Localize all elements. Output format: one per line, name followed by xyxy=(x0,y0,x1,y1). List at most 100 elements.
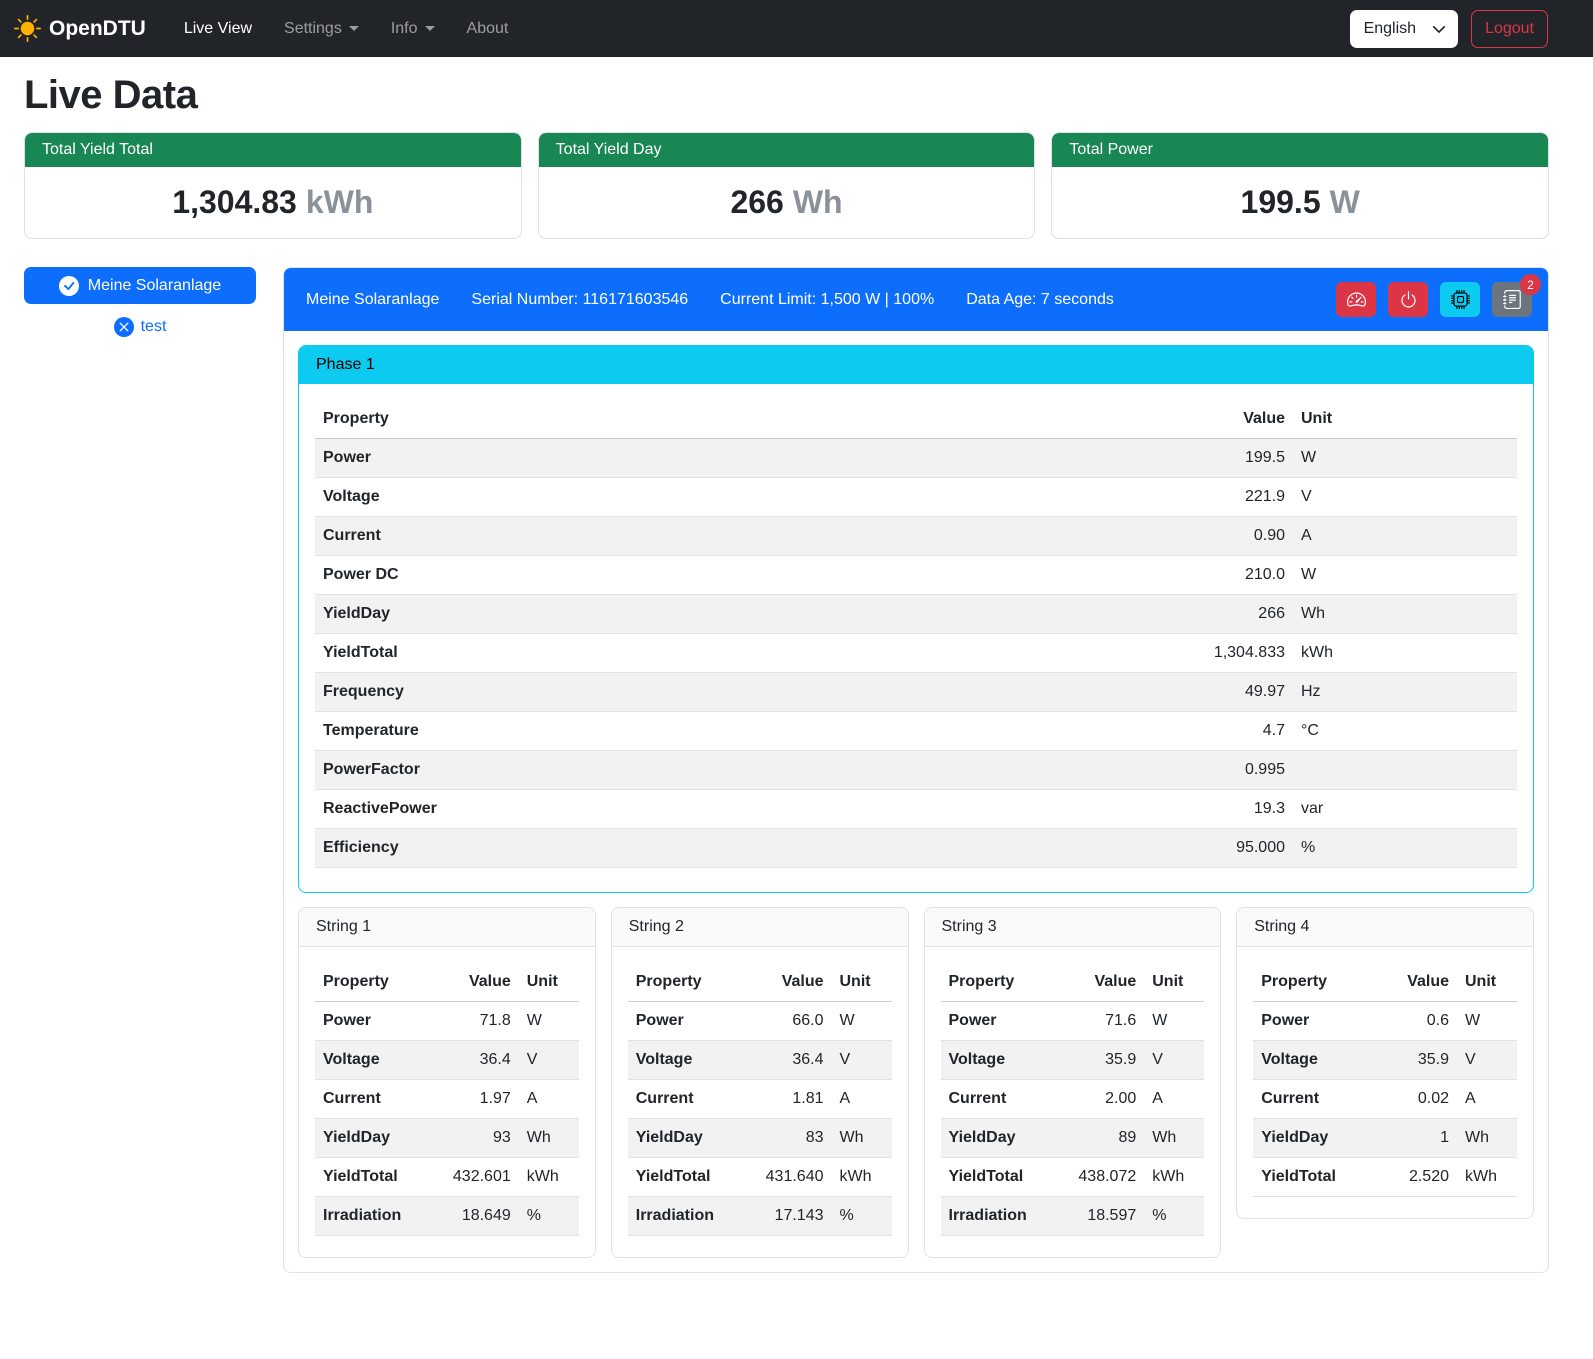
nav-item-live-view[interactable]: Live View xyxy=(172,12,264,46)
table-row: Irradiation18.597% xyxy=(941,1197,1205,1236)
nav-item-settings[interactable]: Settings xyxy=(272,12,371,46)
inverter-link-test[interactable]: test xyxy=(24,317,256,337)
cell-property: Irradiation xyxy=(628,1197,742,1236)
cell-property: Current xyxy=(628,1080,742,1119)
cell-unit: W xyxy=(1293,556,1517,595)
cell-unit: W xyxy=(832,1002,892,1041)
cell-unit: V xyxy=(1144,1041,1204,1080)
cell-value: 0.02 xyxy=(1378,1080,1457,1119)
cell-value: 1.81 xyxy=(742,1080,832,1119)
table-row: Current1.97A xyxy=(315,1080,579,1119)
cell-value: 2.520 xyxy=(1378,1158,1457,1197)
string-card-title: String 2 xyxy=(612,908,908,947)
table-row: Current1.81A xyxy=(628,1080,892,1119)
table-row: Power DC210.0W xyxy=(315,556,1517,595)
phase-card: Phase 1 Property Value Unit Power199.5WV… xyxy=(298,345,1534,893)
cell-value: 83 xyxy=(742,1119,832,1158)
cell-unit: kWh xyxy=(519,1158,579,1197)
cell-unit: % xyxy=(832,1197,892,1236)
string-3-table: Property Value Unit Power71.6WVoltage35.… xyxy=(941,963,1205,1236)
table-row: Current0.90A xyxy=(315,517,1517,556)
inverter-current-limit: Current Limit: 1,500 W | 100% xyxy=(720,291,934,309)
chevron-down-icon xyxy=(425,26,435,31)
cell-property: Voltage xyxy=(315,1041,429,1080)
cell-value: 66.0 xyxy=(742,1002,832,1041)
language-select-value: English xyxy=(1364,20,1416,38)
cell-property: Power DC xyxy=(315,556,900,595)
cell-value: 71.8 xyxy=(429,1002,519,1041)
summary-unit: Wh xyxy=(793,184,843,220)
table-row: Voltage36.4V xyxy=(628,1041,892,1080)
summary-value: 199.5 xyxy=(1241,184,1321,220)
cell-value: 438.072 xyxy=(1055,1158,1145,1197)
cell-property: Current xyxy=(315,1080,429,1119)
column-header-property: Property xyxy=(941,963,1055,1002)
nav-item-info[interactable]: Info xyxy=(379,12,447,46)
cell-value: 35.9 xyxy=(1378,1041,1457,1080)
x-circle-icon xyxy=(114,317,134,337)
inverter-data-age: Data Age: 7 seconds xyxy=(966,291,1114,309)
power-button[interactable] xyxy=(1388,282,1428,317)
cell-property: YieldDay xyxy=(941,1119,1055,1158)
cell-unit: % xyxy=(1144,1197,1204,1236)
string-card-4: String 4 Property Value Unit xyxy=(1236,907,1534,1219)
cell-property: Irradiation xyxy=(315,1197,429,1236)
check-circle-icon xyxy=(59,276,79,296)
cell-property: Voltage xyxy=(315,478,900,517)
cell-property: Power xyxy=(941,1002,1055,1041)
table-row: Voltage221.9V xyxy=(315,478,1517,517)
cell-property: Voltage xyxy=(628,1041,742,1080)
table-row: Voltage35.9V xyxy=(1253,1041,1517,1080)
cell-unit: kWh xyxy=(832,1158,892,1197)
column-header-unit: Unit xyxy=(832,963,892,1002)
inverter-button-meine-solaranlage[interactable]: Meine Solaranlage xyxy=(24,267,256,304)
cell-unit: Hz xyxy=(1293,673,1517,712)
cell-value: 0.90 xyxy=(900,517,1293,556)
summary-card-total-power: Total Power 199.5W xyxy=(1051,132,1549,239)
inverter-serial: Serial Number: 116171603546 xyxy=(471,291,688,309)
cell-unit: W xyxy=(1144,1002,1204,1041)
string-card-body: Property Value Unit Power71.8WVoltage36.… xyxy=(299,947,595,1257)
column-header-value: Value xyxy=(742,963,832,1002)
cell-value: 1.97 xyxy=(429,1080,519,1119)
cell-value: 221.9 xyxy=(900,478,1293,517)
cell-property: Power xyxy=(628,1002,742,1041)
device-info-button[interactable] xyxy=(1440,282,1480,317)
cell-unit: V xyxy=(519,1041,579,1080)
event-log-button[interactable]: 2 xyxy=(1492,282,1532,317)
summary-card-title: Total Power xyxy=(1052,133,1548,167)
summary-card-title: Total Yield Total xyxy=(25,133,521,167)
table-row: Power71.8W xyxy=(315,1002,579,1041)
cell-property: Voltage xyxy=(1253,1041,1377,1080)
column-header-value: Value xyxy=(900,400,1293,439)
table-row: Current0.02A xyxy=(1253,1080,1517,1119)
table-row: YieldDay1Wh xyxy=(1253,1119,1517,1158)
cell-property: Current xyxy=(941,1080,1055,1119)
table-header-row: Property Value Unit xyxy=(315,400,1517,439)
table-row: YieldTotal432.601kWh xyxy=(315,1158,579,1197)
cell-property: YieldDay xyxy=(315,1119,429,1158)
column-header-value: Value xyxy=(1055,963,1145,1002)
language-select[interactable]: English xyxy=(1350,10,1458,48)
cell-property: Frequency xyxy=(315,673,900,712)
nav-right: English Logout xyxy=(1350,10,1548,48)
cell-value: 1,304.833 xyxy=(900,634,1293,673)
strings-row: String 1 Property Value Unit xyxy=(298,907,1534,1258)
phase-card-title: Phase 1 xyxy=(299,346,1533,384)
cell-property: YieldDay xyxy=(628,1119,742,1158)
nav-item-about[interactable]: About xyxy=(455,12,521,46)
brand[interactable]: OpenDTU xyxy=(14,15,146,42)
string-card-body: Property Value Unit Power66.0WVoltage36.… xyxy=(612,947,908,1257)
logout-button[interactable]: Logout xyxy=(1471,10,1548,48)
table-row: Irradiation18.649% xyxy=(315,1197,579,1236)
limit-settings-button[interactable] xyxy=(1336,282,1376,317)
cell-value: 431.640 xyxy=(742,1158,832,1197)
cell-property: PowerFactor xyxy=(315,751,900,790)
cell-unit: Wh xyxy=(1144,1119,1204,1158)
summary-card-total-yield-total: Total Yield Total 1,304.83kWh xyxy=(24,132,522,239)
string-4-table: Property Value Unit Power0.6WVoltage35.9… xyxy=(1253,963,1517,1197)
cell-property: Irradiation xyxy=(941,1197,1055,1236)
table-row: YieldDay266Wh xyxy=(315,595,1517,634)
cell-value: 210.0 xyxy=(900,556,1293,595)
inverter-link-label: test xyxy=(141,318,167,336)
